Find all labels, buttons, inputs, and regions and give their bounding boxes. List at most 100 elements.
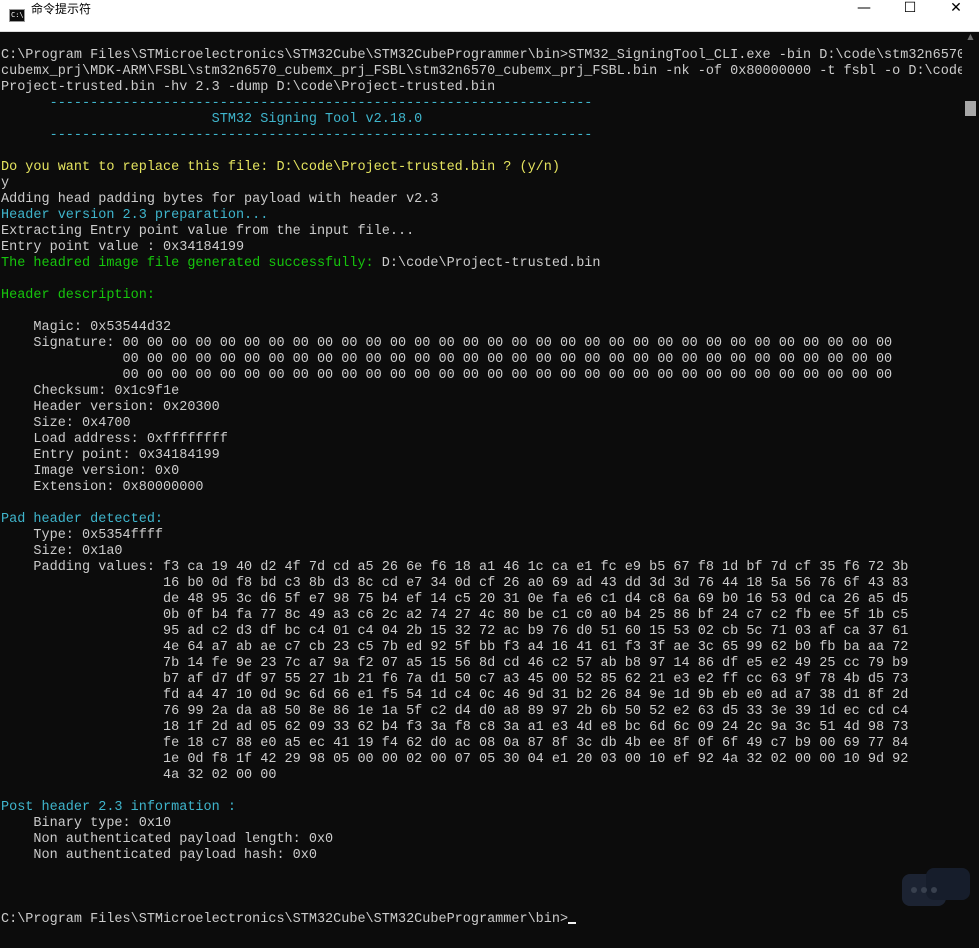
cmd-icon: C:\ <box>9 9 25 22</box>
console-text: Checksum: 0x1c9f1e <box>1 384 180 399</box>
console-line: Non authenticated payload length: 0x0 <box>1 832 962 848</box>
console-text: 18 1f 2d ad 05 62 09 33 62 b4 f3 3a f8 c… <box>1 720 909 735</box>
console-line: de 48 95 3c d6 5f e7 98 75 b4 ef 14 c5 2… <box>1 592 962 608</box>
console-text: Entry point: 0x34184199 <box>1 448 220 463</box>
console-text: Post header 2.3 information : <box>1 800 236 815</box>
minimize-button[interactable]: — <box>841 0 887 31</box>
console-line: Project-trusted.bin -hv 2.3 -dump D:\cod… <box>1 80 962 96</box>
console-line: 16 b0 0d f8 bd c3 8b d3 8c cd e7 34 0d c… <box>1 576 962 592</box>
console-line: 00 00 00 00 00 00 00 00 00 00 00 00 00 0… <box>1 368 962 384</box>
text-cursor <box>568 922 577 924</box>
console-text: Magic: 0x53544d32 <box>1 320 172 335</box>
console-line: 7b 14 fe 9e 23 7c a7 9a f2 07 a5 15 56 8… <box>1 656 962 672</box>
console-text: Do you want to replace this file: D:\cod… <box>1 160 560 175</box>
console-text: 95 ad c2 d3 df bc c4 01 c4 04 2b 15 32 7… <box>1 624 909 639</box>
console-line: Entry point value : 0x34184199 <box>1 240 962 256</box>
console-text: 00 00 00 00 00 00 00 00 00 00 00 00 00 0… <box>1 368 893 383</box>
console-text: Header version: 0x20300 <box>1 400 220 415</box>
console-text: Type: 0x5354ffff <box>1 528 164 543</box>
console-line: 1e 0d f8 1f 42 29 98 05 00 00 02 00 07 0… <box>1 752 962 768</box>
console-output[interactable]: C:\Program Files\STMicroelectronics\STM3… <box>0 32 962 948</box>
console-line: Signature: 00 00 00 00 00 00 00 00 00 00… <box>1 336 962 352</box>
console-line: 18 1f 2d ad 05 62 09 33 62 b4 f3 3a f8 c… <box>1 720 962 736</box>
console-line: 95 ad c2 d3 df bc c4 01 c4 04 2b 15 32 7… <box>1 624 962 640</box>
scroll-thumb[interactable] <box>965 101 976 117</box>
console-line: 4e 64 a7 ab ae c7 cb 23 c5 7b ed 92 5f b… <box>1 640 962 656</box>
console-text: Adding head padding bytes for payload wi… <box>1 192 439 207</box>
console-line: Header version 2.3 preparation... <box>1 208 962 224</box>
console-line: The headred image file generated success… <box>1 256 962 272</box>
scroll-up-arrow-icon[interactable]: ▲ <box>962 32 979 49</box>
console-line: fe 18 c7 88 e0 a5 ec 41 19 f4 62 d0 ac 0… <box>1 736 962 752</box>
title-bar[interactable]: C:\ 命令提示符 — ☐ ✕ <box>0 0 979 32</box>
console-text: Size: 0x4700 <box>1 416 131 431</box>
console-line: Header version: 0x20300 <box>1 400 962 416</box>
maximize-button[interactable]: ☐ <box>887 0 933 31</box>
console-line: cubemx_prj\MDK-ARM\FSBL\stm32n6570_cubem… <box>1 64 962 80</box>
console-text: 0b 0f b4 fa 77 8c 49 a3 c6 2c a2 74 27 4… <box>1 608 909 623</box>
console-line: Extension: 0x80000000 <box>1 480 962 496</box>
console-text: 4a 32 02 00 00 <box>1 768 277 783</box>
console-text: Project-trusted.bin -hv 2.3 -dump D:\cod… <box>1 80 496 95</box>
console-text: Extension: 0x80000000 <box>1 480 204 495</box>
console-text: Entry point value : 0x34184199 <box>1 240 245 255</box>
console-text: Image version: 0x0 <box>1 464 180 479</box>
console-line: Entry point: 0x34184199 <box>1 448 962 464</box>
close-button[interactable]: ✕ <box>933 0 979 31</box>
console-text: ----------------------------------------… <box>1 128 593 143</box>
console-line: 00 00 00 00 00 00 00 00 00 00 00 00 00 0… <box>1 352 962 368</box>
window-title: 命令提示符 <box>31 2 92 16</box>
console-line: Size: 0x4700 <box>1 416 962 432</box>
console-text: Header version 2.3 preparation... <box>1 208 269 223</box>
console-line: fd a4 47 10 0d 9c 6d 66 e1 f5 54 1d c4 0… <box>1 688 962 704</box>
console-text: Non authenticated payload length: 0x0 <box>1 832 334 847</box>
console-line: Padding values: f3 ca 19 40 d2 4f 7d cd … <box>1 560 962 576</box>
console-line: Adding head padding bytes for payload wi… <box>1 192 962 208</box>
console-text: Extracting Entry point value from the in… <box>1 224 415 239</box>
console-line: C:\Program Files\STMicroelectronics\STM3… <box>1 912 962 928</box>
console-line: Pad header detected: <box>1 512 962 528</box>
command-prompt-window: C:\ 命令提示符 — ☐ ✕ C:\Program Files\STMicro… <box>0 0 979 948</box>
console-line: Binary type: 0x10 <box>1 816 962 832</box>
console-line: Type: 0x5354ffff <box>1 528 962 544</box>
console-line: Header description: <box>1 288 962 304</box>
console-line: Non authenticated payload hash: 0x0 <box>1 848 962 864</box>
chat-bubble-watermark-icon <box>902 868 970 906</box>
console-line: Size: 0x1a0 <box>1 544 962 560</box>
console-text: 7b 14 fe 9e 23 7c a7 9a f2 07 a5 15 56 8… <box>1 656 909 671</box>
console-text: 4e 64 a7 ab ae c7 cb 23 c5 7b ed 92 5f b… <box>1 640 909 655</box>
console-text: C:\Program Files\STMicroelectronics\STM3… <box>1 48 962 63</box>
console-text: b7 af d7 df 97 55 27 1b 21 f6 7a d1 50 c… <box>1 672 909 687</box>
vertical-scrollbar[interactable]: ▲ <box>962 32 979 948</box>
console-text: D:\code\Project-trusted.bin <box>381 256 601 271</box>
console-text: C:\Program Files\STMicroelectronics\STM3… <box>1 912 569 927</box>
console-text: fd a4 47 10 0d 9c 6d 66 e1 f5 54 1d c4 0… <box>1 688 909 703</box>
console-text: 00 00 00 00 00 00 00 00 00 00 00 00 00 0… <box>1 352 893 367</box>
console-line: ----------------------------------------… <box>1 96 962 112</box>
console-text: cubemx_prj\MDK-ARM\FSBL\stm32n6570_cubem… <box>1 64 962 79</box>
console-text: y <box>1 176 10 191</box>
console-line: Magic: 0x53544d32 <box>1 320 962 336</box>
console-text: Header description: <box>1 288 155 303</box>
console-line: C:\Program Files\STMicroelectronics\STM3… <box>1 48 962 64</box>
console-line: 0b 0f b4 fa 77 8c 49 a3 c6 2c a2 74 27 4… <box>1 608 962 624</box>
console-text: The headred image file generated success… <box>1 256 382 271</box>
console-line: ----------------------------------------… <box>1 128 962 144</box>
console-text: de 48 95 3c d6 5f e7 98 75 b4 ef 14 c5 2… <box>1 592 909 607</box>
console-text: 76 99 2a da a8 50 8e 86 1e 1a 5f c2 d4 d… <box>1 704 909 719</box>
console-line: y <box>1 176 962 192</box>
console-text: fe 18 c7 88 e0 a5 ec 41 19 f4 62 d0 ac 0… <box>1 736 909 751</box>
console-line: b7 af d7 df 97 55 27 1b 21 f6 7a d1 50 c… <box>1 672 962 688</box>
console-text: STM32 Signing Tool v2.18.0 <box>1 112 423 127</box>
console-line: Load address: 0xffffffff <box>1 432 962 448</box>
console-line: 4a 32 02 00 00 <box>1 768 962 784</box>
console-text: Signature: 00 00 00 00 00 00 00 00 00 00… <box>1 336 893 351</box>
console-line: Do you want to replace this file: D:\cod… <box>1 160 962 176</box>
console-line: Checksum: 0x1c9f1e <box>1 384 962 400</box>
